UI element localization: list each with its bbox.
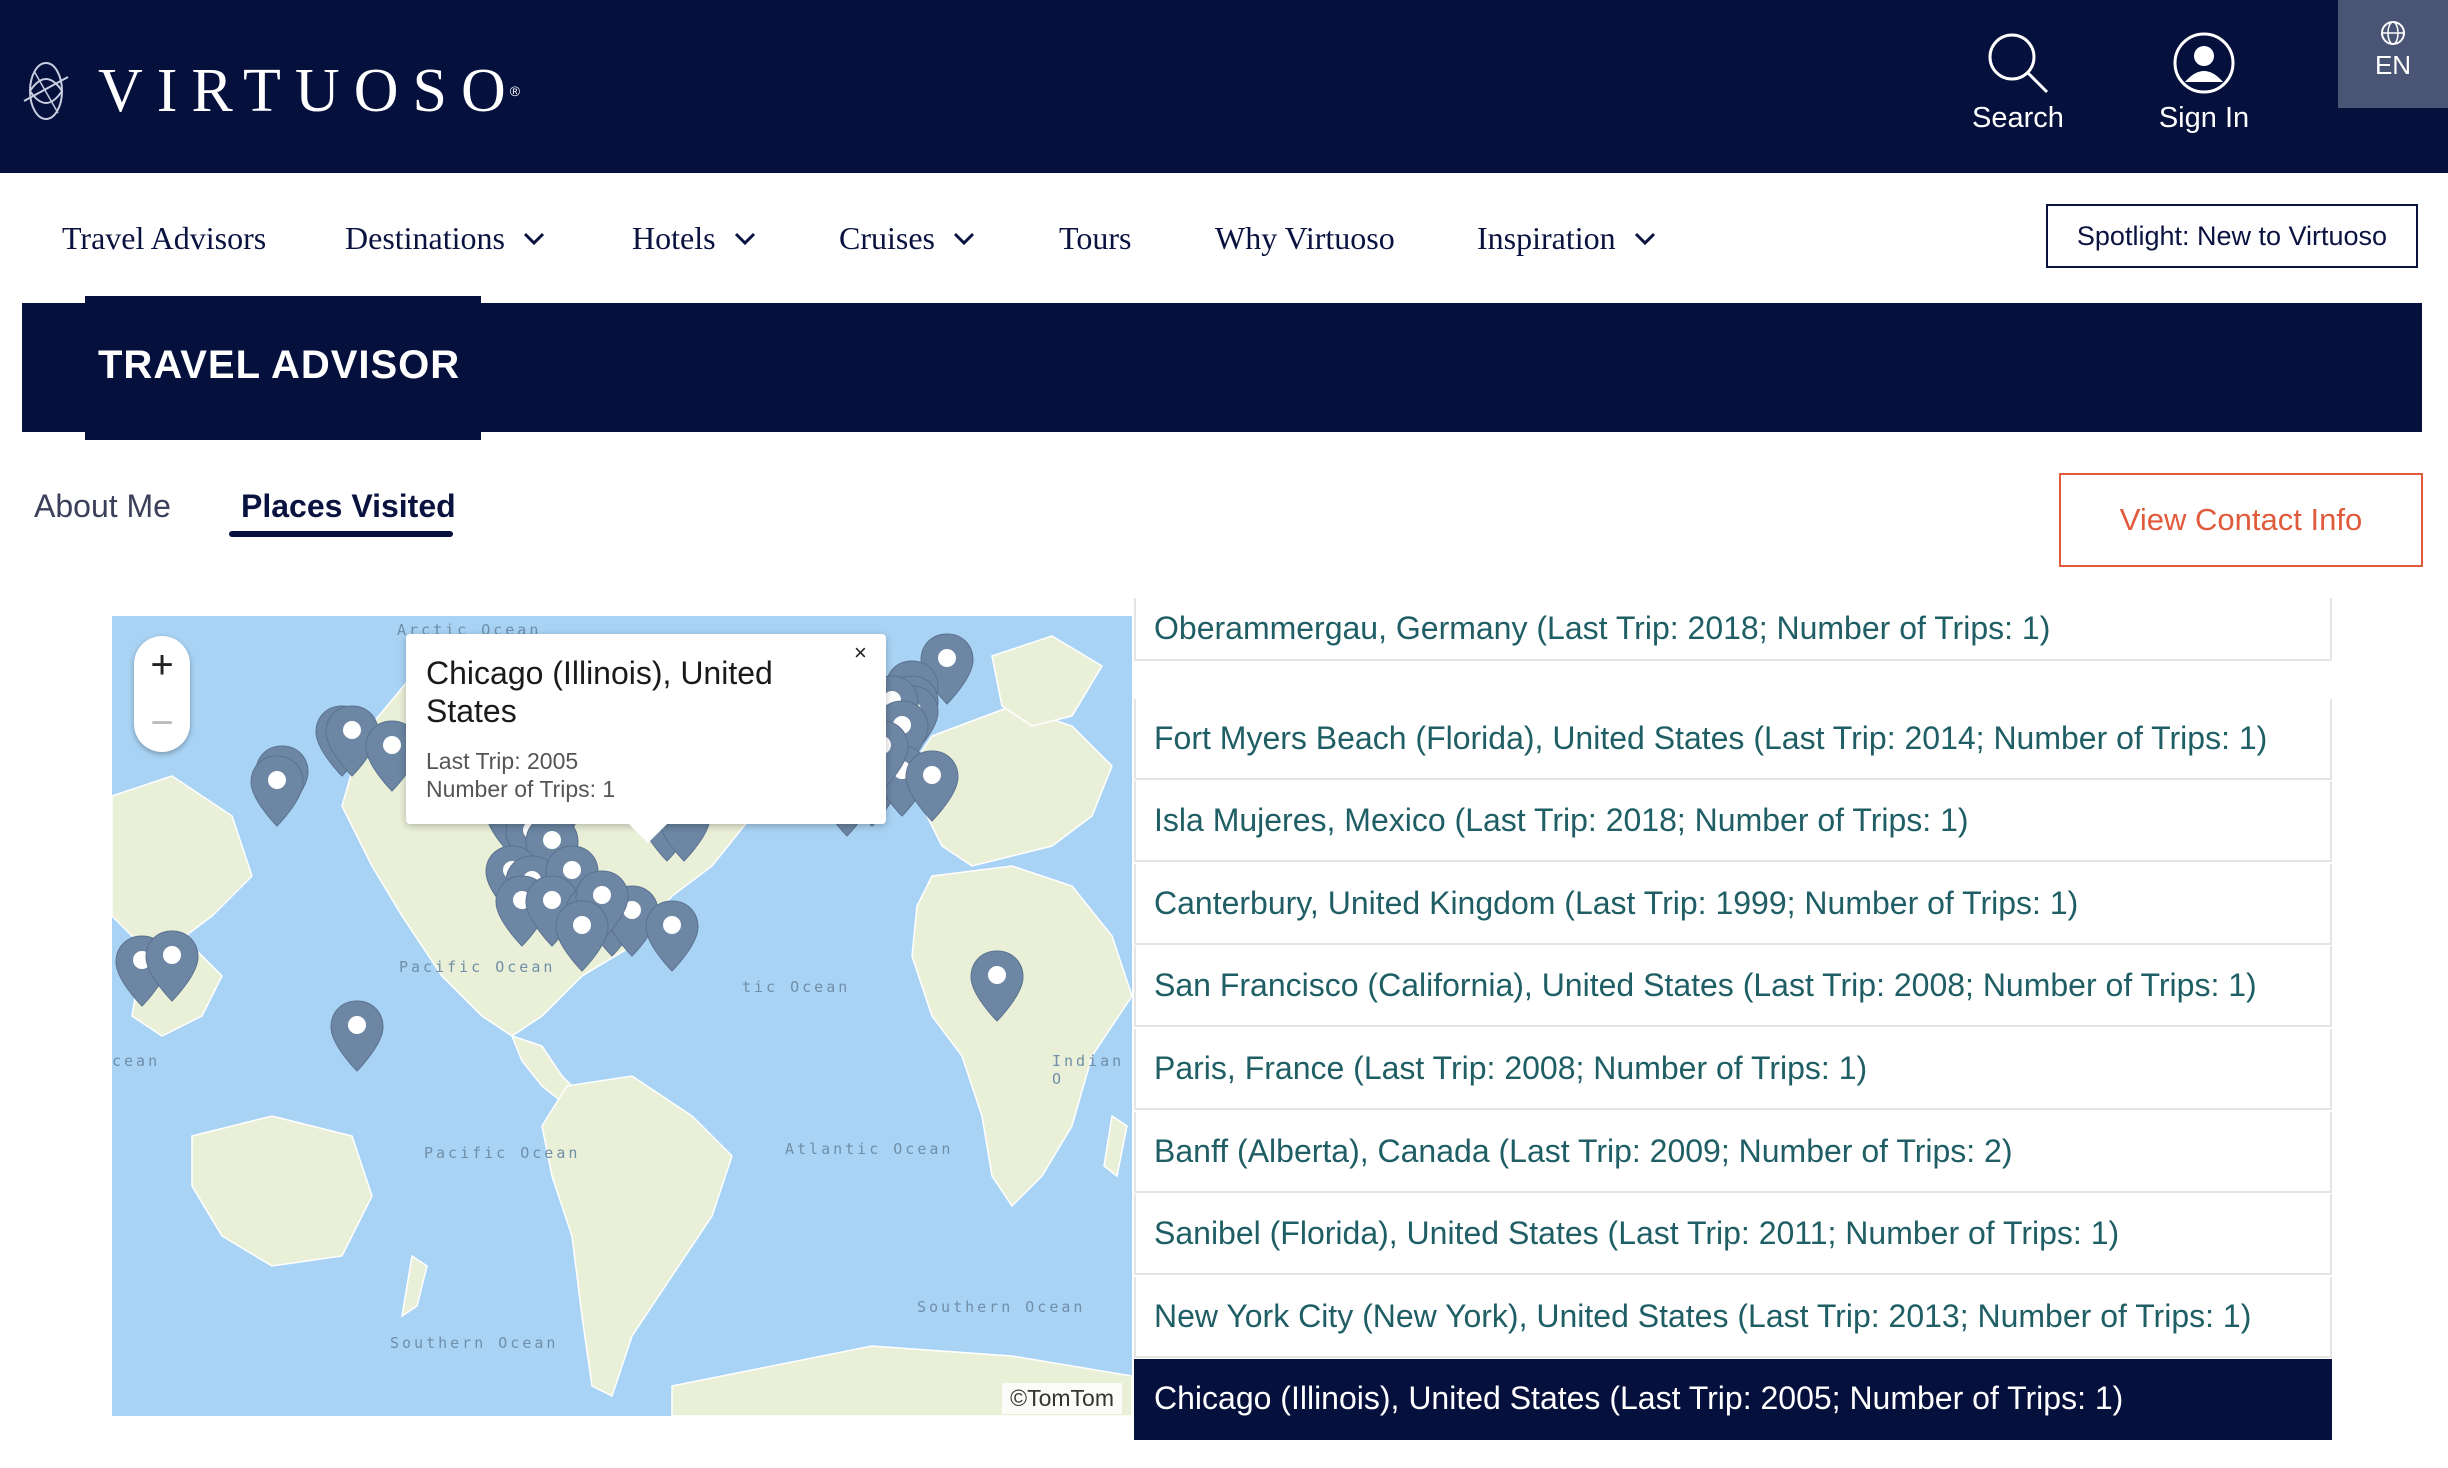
search-button[interactable]: Search xyxy=(1943,30,2093,145)
zoom-control: + − xyxy=(134,636,190,752)
map-pin-icon[interactable] xyxy=(970,950,1024,1022)
virtuoso-logo[interactable]: VIRTUOSO ® xyxy=(20,55,520,127)
language-label: EN xyxy=(2374,50,2412,80)
search-icon xyxy=(1988,33,2049,94)
map-popup: Chicago (Illinois), United States Last T… xyxy=(406,634,886,824)
nav-item-tours[interactable]: Tours xyxy=(1059,214,1131,262)
nav-item-label: Why Virtuoso xyxy=(1215,219,1395,256)
globe-icon xyxy=(2381,21,2405,45)
popup-title: Chicago (Illinois), United States xyxy=(426,655,773,729)
place-list-item[interactable]: Chicago (Illinois), United States (Last … xyxy=(1134,1359,2332,1441)
nav-item-hotels[interactable]: Hotels xyxy=(632,214,758,262)
chevron-down-icon xyxy=(953,232,975,246)
nav-item-label: Hotels xyxy=(632,219,716,256)
view-contact-info-button[interactable]: View Contact Info xyxy=(2059,473,2423,567)
map-pin-icon[interactable] xyxy=(330,1000,384,1072)
nav-item-destinations[interactable]: Destinations xyxy=(345,214,547,262)
brand-name: VIRTUOSO xyxy=(98,57,520,125)
sign-in-label: Sign In xyxy=(2158,102,2250,134)
map-pin-icon[interactable] xyxy=(645,900,699,972)
nav-item-why-virtuoso[interactable]: Why Virtuoso xyxy=(1215,214,1395,262)
map-attribution[interactable]: ©TomTom xyxy=(1002,1383,1122,1414)
place-list-item[interactable]: Sanibel (Florida), United States (Last T… xyxy=(1134,1194,2332,1276)
places-list: Oberammergau, Germany (Last Trip: 2018; … xyxy=(1134,598,2332,1441)
nav-item-label: Inspiration xyxy=(1477,219,1616,256)
page-title: TRAVEL ADVISOR xyxy=(98,343,461,387)
place-list-item[interactable]: Canterbury, United Kingdom (Last Trip: 1… xyxy=(1134,863,2332,945)
place-list-item[interactable]: Paris, France (Last Trip: 2008; Number o… xyxy=(1134,1029,2332,1110)
places-map[interactable]: Arctic Ocean Pacific Ocean Pacific Ocean… xyxy=(112,616,1132,1416)
nav-item-label: Travel Advisors xyxy=(62,219,267,256)
chevron-down-icon xyxy=(523,232,545,246)
place-list-item[interactable]: Oberammergau, Germany (Last Trip: 2018; … xyxy=(1134,598,2332,661)
popup-trip-count: Number of Trips: 1 xyxy=(426,776,616,802)
spotlight-button[interactable]: Spotlight: New to Virtuoso xyxy=(2046,204,2418,268)
place-list-item[interactable]: Fort Myers Beach (Florida), United State… xyxy=(1134,698,2332,780)
place-list-item[interactable]: Banff (Alberta), Canada (Last Trip: 2009… xyxy=(1134,1111,2332,1193)
tab-about-me[interactable]: About Me xyxy=(34,488,171,525)
user-icon xyxy=(2173,32,2235,94)
map-pin-icon[interactable] xyxy=(555,900,609,972)
popup-close-button[interactable]: × xyxy=(854,640,867,666)
nav-item-cruises[interactable]: Cruises xyxy=(839,214,977,262)
nav-item-inspiration[interactable]: Inspiration xyxy=(1477,214,1658,262)
chevron-down-icon xyxy=(734,232,755,246)
nav-item-label: Destinations xyxy=(345,219,505,256)
tab-places-visited[interactable]: Places Visited xyxy=(241,488,456,525)
map-pin-icon[interactable] xyxy=(250,755,304,827)
zoom-in-button[interactable]: + xyxy=(134,636,190,694)
place-list-item[interactable]: New York City (New York), United States … xyxy=(1134,1276,2332,1358)
logo-emblem-icon xyxy=(23,62,69,120)
sign-in-button[interactable]: Sign In xyxy=(2129,30,2279,145)
chevron-down-icon xyxy=(1634,232,1655,246)
nav-item-label: Tours xyxy=(1059,219,1132,256)
nav-item-label: Cruises xyxy=(839,219,935,256)
place-list-item[interactable]: San Francisco (California), United State… xyxy=(1134,946,2332,1028)
active-tab-indicator xyxy=(229,531,453,537)
place-list-item[interactable]: Isla Mujeres, Mexico (Last Trip: 2018; N… xyxy=(1134,781,2332,863)
popup-pointer xyxy=(626,821,670,843)
popup-last-trip: Last Trip: 2005 xyxy=(426,748,579,774)
nav-item-travel-advisors[interactable]: Travel Advisors xyxy=(62,214,266,262)
map-pin-icon[interactable] xyxy=(905,750,959,822)
language-button[interactable]: EN xyxy=(2338,0,2448,108)
search-label: Search xyxy=(1972,102,2064,134)
zoom-out-button[interactable]: − xyxy=(134,694,190,752)
registered-mark: ® xyxy=(509,83,521,99)
